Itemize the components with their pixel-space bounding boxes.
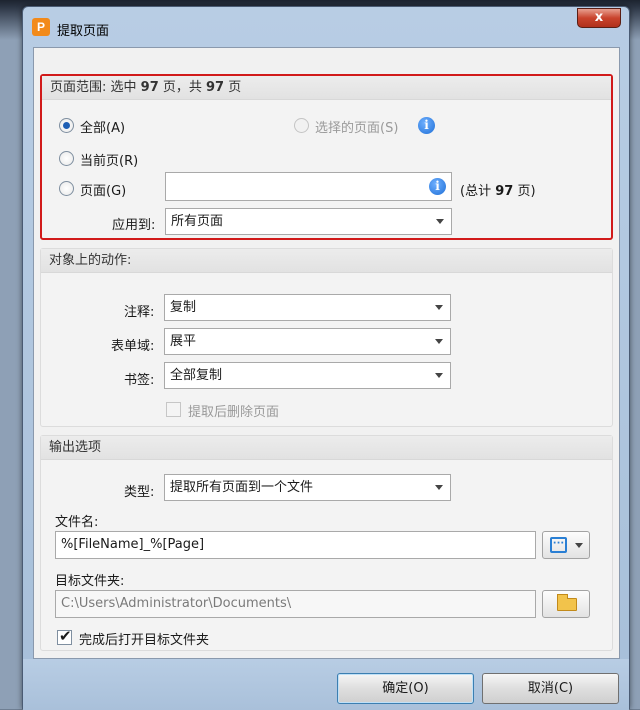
radio-current-page[interactable] bbox=[59, 151, 74, 166]
form-field-value: 展平 bbox=[170, 334, 197, 349]
chevron-down-icon bbox=[575, 543, 583, 548]
type-value: 提取所有页面到一个文件 bbox=[170, 480, 314, 495]
page-range-header: 页面范围: 选中 97 页，共 97 页 bbox=[42, 76, 611, 100]
total-count: 97 bbox=[206, 80, 225, 95]
macro-icon: ··· bbox=[550, 537, 567, 553]
apply-to-value: 所有页面 bbox=[171, 214, 224, 229]
bookmark-select[interactable]: 全部复制 bbox=[164, 362, 451, 389]
apply-to-select[interactable]: 所有页面 bbox=[165, 208, 452, 235]
radio-pages[interactable] bbox=[59, 181, 74, 196]
info-icon[interactable]: i bbox=[418, 117, 435, 134]
target-folder-label: 目标文件夹: bbox=[55, 574, 125, 589]
extract-pages-dialog: P 提取页面 x 页面范围: 选中 97 页，共 97 页 全部(A) 选择的页… bbox=[22, 6, 630, 710]
form-field-label: 表单域: bbox=[111, 339, 155, 354]
open-folder-label[interactable]: 完成后打开目标文件夹 bbox=[79, 629, 209, 648]
bookmark-label: 书签: bbox=[124, 373, 155, 388]
object-actions-group: 对象上的动作: 注释: 复制 表单域: 展平 书签: 全部复制 提取后删除页面 bbox=[40, 248, 613, 427]
radio-pages-label[interactable]: 页面(G) bbox=[80, 180, 126, 199]
page-range-prefix: 页面范围: 选中 bbox=[50, 80, 141, 95]
annotation-select[interactable]: 复制 bbox=[164, 294, 451, 321]
page-range-input[interactable] bbox=[165, 172, 452, 201]
page-range-info-icon[interactable]: i bbox=[429, 178, 446, 195]
output-options-group: 输出选项 类型: 提取所有页面到一个文件 文件名: %[FileName]_%[… bbox=[40, 435, 613, 651]
annotation-value: 复制 bbox=[170, 300, 197, 315]
title-bar: P 提取页面 x bbox=[23, 7, 629, 51]
page-range-suffix: 页 bbox=[224, 80, 242, 95]
delete-after-extract-checkbox[interactable] bbox=[166, 402, 181, 417]
app-logo-icon: P bbox=[32, 18, 50, 36]
chevron-down-icon bbox=[436, 219, 444, 224]
bookmark-value: 全部复制 bbox=[170, 368, 223, 383]
type-label: 类型: bbox=[124, 485, 155, 500]
apply-to-label: 应用到: bbox=[112, 218, 156, 233]
annotation-label: 注释: bbox=[124, 305, 155, 320]
close-button[interactable]: x bbox=[577, 8, 621, 28]
total-pages-count: 97 bbox=[495, 184, 514, 199]
chevron-down-icon bbox=[435, 305, 443, 310]
total-pages-prefix: (总计 bbox=[460, 184, 496, 199]
ok-button[interactable]: 确定(O) bbox=[337, 673, 474, 704]
form-field-select[interactable]: 展平 bbox=[164, 328, 451, 355]
dialog-title: 提取页面 bbox=[57, 24, 110, 39]
radio-all[interactable] bbox=[59, 118, 74, 133]
filename-input[interactable]: %[FileName]_%[Page] bbox=[55, 531, 536, 559]
type-select[interactable]: 提取所有页面到一个文件 bbox=[164, 474, 451, 501]
chevron-down-icon bbox=[435, 373, 443, 378]
filename-label: 文件名: bbox=[55, 515, 99, 530]
page-range-group: 页面范围: 选中 97 页，共 97 页 全部(A) 选择的页面(S) i 当前… bbox=[40, 74, 613, 240]
delete-after-extract-label[interactable]: 提取后删除页面 bbox=[188, 401, 279, 420]
browse-folder-button[interactable] bbox=[542, 590, 590, 618]
chevron-down-icon bbox=[435, 339, 443, 344]
radio-current-page-label[interactable]: 当前页(R) bbox=[80, 150, 138, 169]
page-range-mid: 页，共 bbox=[158, 80, 207, 95]
filename-macro-button[interactable]: ··· bbox=[542, 531, 590, 559]
object-actions-header: 对象上的动作: bbox=[41, 249, 612, 273]
radio-selected-pages-label[interactable]: 选择的页面(S) bbox=[315, 117, 398, 136]
folder-icon bbox=[557, 594, 577, 611]
dialog-body: 页面范围: 选中 97 页，共 97 页 全部(A) 选择的页面(S) i 当前… bbox=[33, 47, 620, 659]
chevron-down-icon bbox=[435, 485, 443, 490]
cancel-button[interactable]: 取消(C) bbox=[482, 673, 619, 704]
selected-count: 97 bbox=[140, 80, 159, 95]
radio-selected-pages[interactable] bbox=[294, 118, 309, 133]
dialog-footer: 确定(O) 取消(C) bbox=[23, 659, 629, 710]
open-folder-checkbox[interactable] bbox=[57, 627, 72, 645]
total-pages-suffix: 页) bbox=[513, 184, 536, 199]
target-folder-input[interactable]: C:\Users\Administrator\Documents\ bbox=[55, 590, 536, 618]
total-pages-text: (总计 97 页) bbox=[460, 180, 536, 199]
output-options-header: 输出选项 bbox=[41, 436, 612, 460]
radio-all-label[interactable]: 全部(A) bbox=[80, 117, 125, 136]
